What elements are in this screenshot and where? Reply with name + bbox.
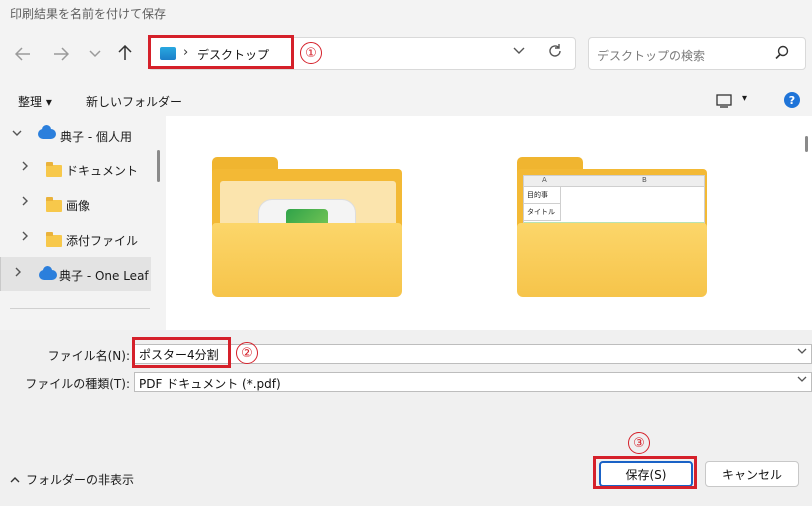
sidebar-item-label: 添付ファイル [66,234,139,248]
folder-item[interactable]: A B 目的事 タイトル [513,157,709,317]
column-header-b: B [642,176,647,184]
back-button[interactable] [12,43,34,65]
content-scrollbar[interactable] [805,136,808,152]
chevron-right-icon [22,231,29,244]
chevron-down-icon [513,47,525,54]
annotation-number-2: ② [236,342,258,364]
window-title: 印刷結果を名前を付けて保存 [10,7,167,21]
annotation-box-3 [593,456,697,489]
onedrive-icon [39,266,57,280]
chevron-right-icon [22,161,29,174]
filename-label: ファイル名(N): [47,349,130,363]
search-input[interactable]: デスクトップの検索 [597,47,705,64]
up-button[interactable] [114,42,136,64]
sidebar-item-documents[interactable]: ドキュメント [0,154,150,184]
recent-locations-button[interactable] [84,43,106,65]
arrow-right-icon [54,47,69,61]
cell-label: タイトル [527,208,555,216]
sidebar-item-onedrive-personal[interactable]: 典子 - 個人用 [0,120,150,150]
title-bar: 印刷結果を名前を付けて保存 [0,0,812,24]
arrow-up-icon [118,45,132,60]
chevron-right-icon [15,267,22,280]
view-options-button[interactable] [716,94,732,111]
sidebar-item-label: 典子 - One Leaf [59,269,149,283]
sidebar-divider [10,308,150,309]
address-dropdown-button[interactable] [513,44,525,59]
search-box[interactable]: デスクトップの検索 [588,37,806,70]
column-header-a: A [542,176,547,184]
filetype-label: ファイルの種類(T): [25,377,130,391]
sidebar-scrollbar[interactable] [157,150,160,182]
annotation-box-1 [148,35,294,69]
sidebar-item-label: 画像 [66,199,91,213]
chevron-right-icon [22,196,29,209]
navigation-pane: 典子 - 個人用 ドキュメント 画像 添付ファイル 典子 - One Leaf [0,116,166,330]
chevron-down-icon[interactable] [797,347,807,358]
sidebar-item-onedrive-oneleaf[interactable]: 典子 - One Leaf [0,257,151,291]
hide-folders-label: フォルダーの非表示 [26,473,135,487]
chevron-down-icon [12,127,22,140]
view-options-dropdown[interactable]: ▾ [742,93,747,104]
command-bar: 整理 ▾ 新しいフォルダー ▾ ? [0,86,812,116]
annotation-box-2 [132,337,231,368]
sidebar-item-attachments[interactable]: 添付ファイル [0,224,150,254]
chevron-down-icon[interactable] [797,375,807,386]
refresh-button[interactable] [547,43,563,63]
forward-button[interactable] [50,43,72,65]
filetype-select[interactable]: PDF ドキュメント (*.pdf) [134,372,812,392]
cell-label: 目的事 [527,191,548,199]
filetype-selected: PDF ドキュメント (*.pdf) [139,377,281,391]
arrow-left-icon [15,47,30,61]
chevron-up-icon [10,477,20,483]
cancel-button[interactable]: キャンセル [705,461,799,487]
chevron-down-icon [89,50,101,58]
sidebar-item-label: ドキュメント [66,164,139,178]
folder-icon [46,162,62,177]
folder-icon [46,197,62,212]
folder-icon [46,232,62,247]
view-icon [716,94,732,108]
hide-folders-toggle[interactable]: フォルダーの非表示 [10,471,134,488]
search-icon [775,45,789,62]
organize-button[interactable]: 整理 ▾ [18,93,52,110]
annotation-number-1: ① [300,42,322,64]
folder-icon [517,223,707,297]
refresh-icon [549,44,561,57]
sidebar-item-pictures[interactable]: 画像 [0,189,150,219]
onedrive-icon [38,125,56,139]
new-folder-button[interactable]: 新しいフォルダー [86,93,182,110]
help-button[interactable]: ? [784,92,800,108]
sidebar-item-label: 典子 - 個人用 [60,130,132,144]
filename-input[interactable] [135,345,797,363]
folder-icon [212,223,402,297]
folder-item[interactable] [208,157,404,317]
annotation-number-3: ③ [628,432,650,454]
